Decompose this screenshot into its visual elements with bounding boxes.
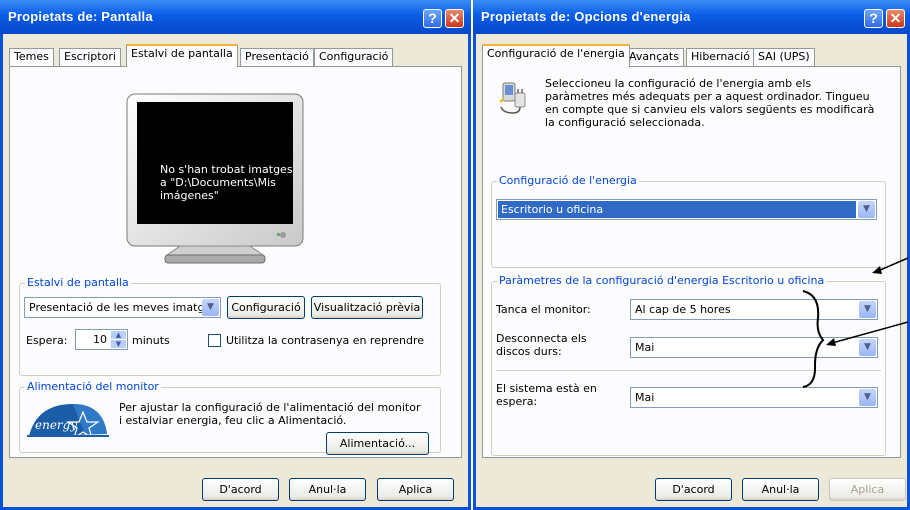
tab-estalvi-pantalla[interactable]: Estalvi de pantalla (126, 44, 238, 67)
annotation-overlay (802, 257, 909, 388)
annotation-arrowhead (872, 266, 882, 274)
annotation-arrowhead (826, 338, 836, 346)
annotation-arrow (831, 321, 909, 344)
annotation-arrow (877, 257, 909, 272)
tab-configuracio-energia[interactable]: Configuració de l'energia (482, 44, 630, 67)
annotation-brace (802, 290, 825, 388)
